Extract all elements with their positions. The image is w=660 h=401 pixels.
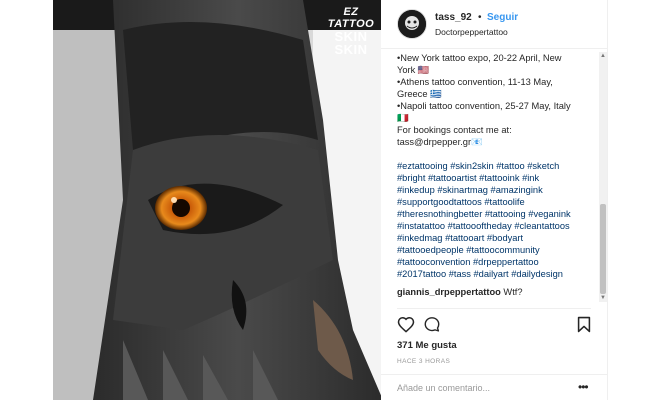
username-link[interactable]: tass_92 [435, 12, 472, 23]
caption-scrollbar[interactable]: ▲ ▼ [599, 52, 607, 302]
caption-line: For bookings contact me at: [397, 125, 512, 135]
watermark-line1: EZ TATTOO [327, 6, 375, 30]
tattoo-photo-illustration [53, 0, 381, 400]
comment-row: giannis_drpeppertattoo Wtf? [397, 286, 587, 298]
comment-icon[interactable] [423, 316, 441, 338]
watermark-logo: EZ TATTOO SKIN SKIN [327, 6, 375, 56]
watermark-line3: SKIN [334, 42, 368, 57]
location-link[interactable]: Doctorpeppertattoo [435, 27, 508, 37]
hashtag-line[interactable]: #tattooedpeople #tattoocommunity [397, 244, 587, 256]
comment-text: Wtf? [503, 287, 523, 297]
caption-line: 🇮🇹 [397, 113, 409, 123]
comment-bar: ••• [381, 374, 607, 401]
caption-line: •New York tattoo expo, 20-22 April, New [397, 53, 562, 63]
hashtag-line[interactable]: #eztattooing #skin2skin #tattoo #sketch [397, 160, 587, 172]
hashtag-line[interactable]: #inkedmag #tattooart #bodyart [397, 232, 587, 244]
post-header: tass_92 • Seguir Doctorpeppertattoo [381, 0, 607, 49]
hashtag-line[interactable]: #supportgoodtattoos #tattoolife [397, 196, 587, 208]
separator-dot: • [478, 12, 482, 23]
more-icon[interactable]: ••• [578, 380, 589, 394]
post-photo[interactable]: EZ TATTOO SKIN SKIN [53, 0, 381, 400]
hashtag-line[interactable]: #inkedup #skinartmag #amazingink [397, 184, 587, 196]
scroll-down-arrow-icon[interactable]: ▼ [600, 294, 606, 302]
scroll-up-arrow-icon[interactable]: ▲ [600, 52, 606, 60]
post-details-panel: tass_92 • Seguir Doctorpeppertattoo •New… [381, 0, 608, 400]
caption-email-line: tass@drpepper.gr📧 [397, 137, 483, 147]
hashtag-line[interactable]: #bright #tattooartist #tattooink #ink [397, 172, 587, 184]
heart-icon[interactable] [397, 316, 415, 338]
avatar-image [398, 10, 426, 38]
hashtag-line[interactable]: #2017tattoo #tass #dailyart #dailydesign [397, 268, 587, 280]
scrollbar-thumb[interactable] [600, 204, 606, 294]
bookmark-icon[interactable] [577, 316, 591, 338]
likes-count[interactable]: 371 Me gusta [397, 340, 457, 351]
actions-divider [397, 308, 591, 309]
comment-username-link[interactable]: giannis_drpeppertattoo [397, 287, 501, 297]
hashtag-line[interactable]: #theresnothingbetter #tattooing #veganin… [397, 208, 587, 220]
caption-line: •Athens tattoo convention, 11-13 May, [397, 77, 553, 87]
caption-scroll-area[interactable]: •New York tattoo expo, 20-22 April, New … [397, 52, 587, 298]
post-actions [397, 316, 591, 338]
caption-line: Greece 🇬🇷 [397, 89, 442, 99]
hashtag-line[interactable]: #tattooconvention #drpeppertattoo [397, 256, 587, 268]
comment-input[interactable] [397, 383, 567, 393]
avatar[interactable] [397, 9, 427, 39]
caption-line: York 🇺🇸 [397, 65, 430, 75]
caption-line: •Napoli tattoo convention, 25-27 May, It… [397, 101, 571, 111]
follow-button[interactable]: Seguir [487, 12, 518, 23]
hashtag-line[interactable]: #instatattoo #tattoooftheday #cleantatto… [397, 220, 587, 232]
post-timestamp: HACE 3 HORAS [397, 358, 451, 365]
